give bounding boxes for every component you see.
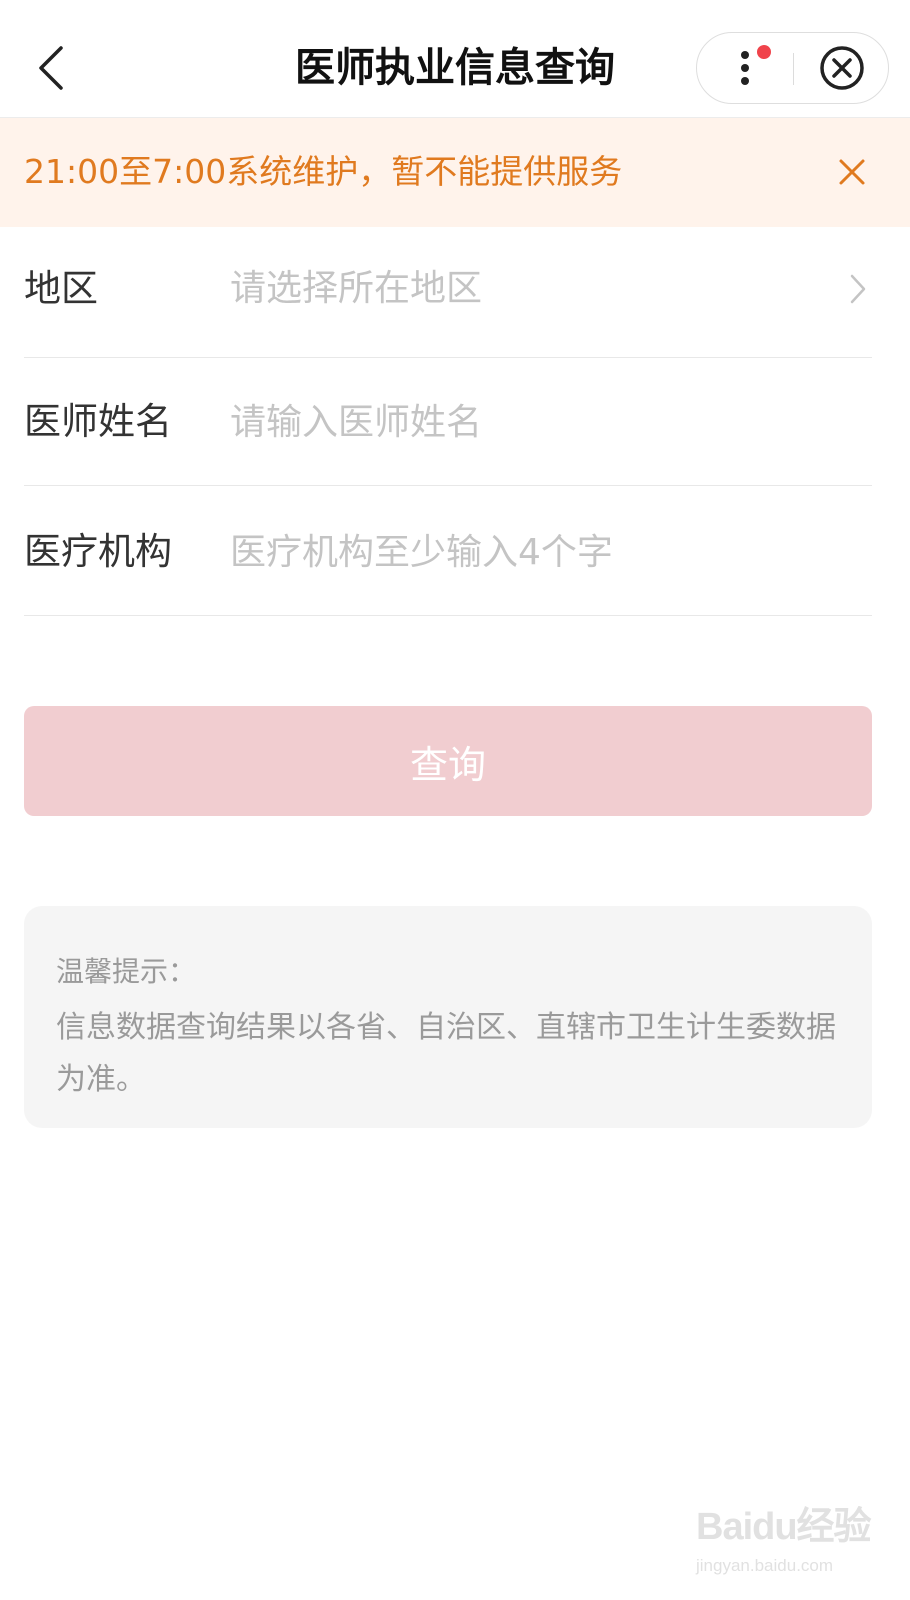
doctor-name-row: 医师姓名 bbox=[24, 358, 872, 486]
region-chevron bbox=[844, 269, 872, 309]
doctor-name-input[interactable] bbox=[230, 394, 830, 450]
query-button[interactable]: 查询 bbox=[24, 706, 872, 816]
institution-input[interactable] bbox=[230, 524, 830, 580]
close-icon bbox=[839, 159, 865, 185]
page: 医师执业信息查询 21:00至7:00系统维护，暂不能提供服务 地区 请选择所在… bbox=[0, 0, 910, 1600]
more-vertical-icon bbox=[741, 51, 749, 85]
doctor-name-label: 医师姓名 bbox=[24, 400, 172, 443]
close-miniprogram-button[interactable] bbox=[794, 33, 890, 103]
baidu-watermark: Baidu经验 jingyan.baidu.com bbox=[696, 1502, 876, 1586]
mini-program-capsule bbox=[696, 32, 889, 104]
tips-title: 温馨提示： bbox=[56, 955, 197, 988]
notice-close-button[interactable] bbox=[830, 150, 874, 194]
watermark-logo: Baidu经验 bbox=[696, 1506, 872, 1548]
tips-box: 温馨提示： 信息数据查询结果以各省、自治区、直辖市卫生计生委数据为准。 bbox=[24, 906, 872, 1128]
institution-row: 医疗机构 bbox=[24, 486, 872, 616]
notice-text: 21:00至7:00系统维护，暂不能提供服务 bbox=[24, 152, 623, 191]
institution-label: 医疗机构 bbox=[24, 530, 172, 573]
nav-header: 医师执业信息查询 bbox=[0, 0, 910, 118]
region-selector[interactable]: 请选择所在地区 bbox=[230, 263, 482, 315]
close-circle-icon bbox=[820, 46, 864, 90]
tips-body: 信息数据查询结果以各省、自治区、直辖市卫生计生委数据为准。 bbox=[56, 1010, 836, 1097]
watermark-url: jingyan.baidu.com bbox=[696, 1556, 834, 1575]
more-button[interactable] bbox=[697, 33, 793, 103]
region-row[interactable]: 地区 请选择所在地区 bbox=[24, 227, 872, 358]
notification-dot bbox=[757, 45, 771, 59]
region-label: 地区 bbox=[24, 267, 98, 310]
chevron-right-icon bbox=[850, 274, 866, 304]
maintenance-notice: 21:00至7:00系统维护，暂不能提供服务 bbox=[0, 118, 910, 227]
